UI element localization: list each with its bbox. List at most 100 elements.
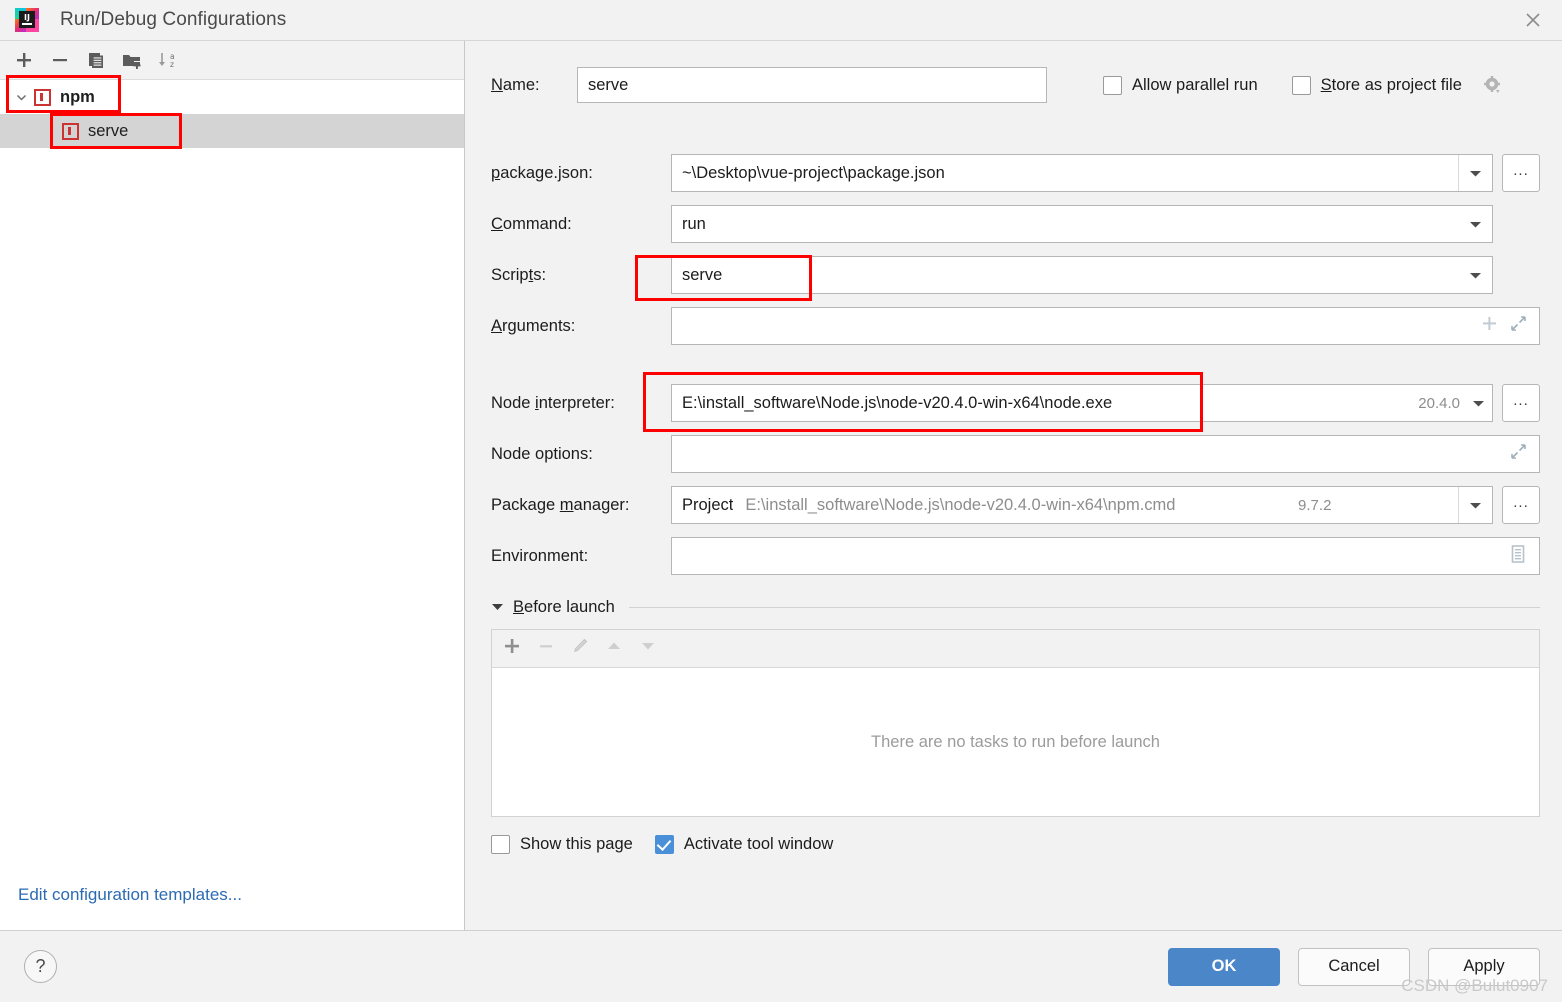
environment-editor-icon[interactable] (1509, 544, 1527, 569)
environment-input[interactable] (671, 537, 1540, 575)
svg-text:z: z (170, 60, 174, 69)
activate-tool-window-checkbox[interactable]: Activate tool window (654, 835, 834, 854)
allow-parallel-run-label: Allow parallel run (1132, 75, 1258, 94)
node-interpreter-row: Node interpreter: E:\install_software\No… (491, 383, 1540, 423)
sort-configurations-button[interactable]: a z (152, 45, 184, 75)
node-options-icons (1510, 443, 1539, 465)
before-launch-toolbar (492, 630, 1539, 668)
before-launch-title: Before launch (513, 598, 615, 616)
package-json-input[interactable]: ~\Desktop\vue-project\package.json (671, 154, 1493, 192)
move-task-down-button (638, 636, 658, 661)
gear-icon[interactable] (1482, 74, 1504, 96)
node-interpreter-combobox[interactable]: E:\install_software\Node.js\node-v20.4.0… (671, 384, 1493, 422)
package-manager-path-value: E:\install_software\Node.js\node-v20.4.0… (745, 495, 1176, 514)
expand-icon[interactable] (1510, 443, 1527, 465)
chevron-down-icon[interactable] (1458, 257, 1492, 293)
package-manager-row: Package manager: Project E:\install_soft… (491, 485, 1540, 525)
chevron-down-icon[interactable] (1458, 206, 1492, 242)
name-row: Name: serve Allow parallel run Store as … (491, 67, 1540, 103)
chevron-down-icon[interactable] (1464, 385, 1492, 421)
help-button[interactable]: ? (24, 950, 57, 983)
plus-icon[interactable] (1481, 315, 1498, 337)
before-launch-header[interactable]: Before launch (491, 598, 1540, 617)
activate-tool-window-label: Activate tool window (683, 835, 834, 853)
remove-task-button (536, 636, 556, 661)
cancel-button[interactable]: Cancel (1298, 947, 1410, 986)
before-launch-panel: There are no tasks to run before launch (491, 629, 1540, 817)
allow-parallel-run-checkbox[interactable]: Allow parallel run (1103, 75, 1258, 95)
node-options-input[interactable] (671, 435, 1540, 473)
before-launch-empty-message: There are no tasks to run before launch (492, 668, 1539, 816)
node-options-row: Node options: (491, 434, 1540, 474)
npm-icon (62, 122, 79, 140)
chevron-down-icon[interactable] (10, 91, 32, 104)
run-debug-configurations-dialog: IJ Run/Debug Configurations a z npm serv… (0, 0, 1562, 1002)
window-title: Run/Debug Configurations (60, 9, 287, 30)
chevron-down-icon[interactable] (1458, 155, 1492, 191)
name-input-value: serve (588, 75, 629, 94)
name-label: Name: (491, 75, 540, 94)
node-interpreter-browse-button[interactable]: ... (1502, 384, 1540, 422)
tree-node-npm[interactable]: npm (0, 80, 464, 114)
close-icon[interactable] (1504, 0, 1562, 40)
package-manager-version: 9.7.2 (1298, 496, 1332, 514)
name-input[interactable]: serve (577, 67, 1047, 103)
package-json-label: package.json: (491, 163, 593, 182)
arguments-input[interactable] (671, 307, 1540, 345)
add-configuration-button[interactable] (8, 45, 40, 75)
show-this-page-label: Show this page (520, 835, 633, 853)
node-interpreter-value: E:\install_software\Node.js\node-v20.4.0… (682, 393, 1113, 412)
remove-configuration-button[interactable] (44, 45, 76, 75)
tree-node-label: serve (88, 121, 129, 140)
environment-icons (1509, 544, 1539, 569)
configurations-tree[interactable]: npm serve (0, 80, 464, 930)
bottom-checkbox-group: Show this page Activate tool window (491, 835, 1540, 854)
checkbox-box[interactable] (654, 835, 674, 854)
move-task-up-button (604, 636, 624, 661)
node-interpreter-version: 20.4.0 (1418, 394, 1460, 412)
scripts-combobox[interactable]: serve (671, 256, 1493, 294)
scripts-value: serve (682, 265, 723, 284)
expand-icon[interactable] (1510, 315, 1527, 337)
store-as-project-file-checkbox[interactable]: Store as project file (1291, 74, 1504, 96)
tree-node-serve[interactable]: serve (0, 114, 464, 148)
checkbox-box[interactable] (491, 835, 510, 854)
before-launch-divider (628, 607, 1540, 608)
watermark: CSDN @Bulut0907 (1401, 976, 1548, 995)
package-manager-primary-value: Project (682, 495, 734, 514)
copy-configuration-button[interactable] (80, 45, 112, 75)
triangle-down-icon[interactable] (491, 599, 504, 617)
intellij-idea-logo-icon: IJ (14, 7, 40, 33)
command-value: run (682, 214, 706, 233)
package-manager-combobox[interactable]: Project E:\install_software\Node.js\node… (671, 486, 1493, 524)
top-checkbox-group: Allow parallel run Store as project file (1103, 74, 1504, 96)
checkbox-box[interactable] (1103, 75, 1122, 95)
environment-label: Environment: (491, 546, 589, 565)
configuration-form: Name: serve Allow parallel run Store as … (465, 41, 1562, 930)
command-row: Command: run (491, 204, 1540, 244)
edit-task-button (570, 636, 590, 661)
package-manager-browse-button[interactable]: ... (1502, 486, 1540, 524)
node-options-label: Node options: (491, 444, 593, 463)
configurations-panel: a z npm serve Edit configuration templat… (0, 41, 465, 930)
ok-button[interactable]: OK (1168, 947, 1280, 986)
scripts-row: Scripts: serve (491, 255, 1540, 295)
command-label: Command: (491, 214, 572, 233)
command-combobox[interactable]: run (671, 205, 1493, 243)
store-as-project-file-label: Store as project file (1320, 75, 1462, 94)
dialog-body: a z npm serve Edit configuration templat… (0, 40, 1562, 930)
scripts-label: Scripts: (491, 265, 547, 284)
environment-row: Environment: (491, 536, 1540, 576)
new-folder-button[interactable] (116, 45, 148, 75)
package-json-browse-button[interactable]: ... (1502, 154, 1540, 192)
arguments-icons (1481, 315, 1539, 337)
checkbox-box[interactable] (1291, 75, 1311, 95)
show-this-page-checkbox[interactable]: Show this page (491, 835, 633, 854)
package-json-row: package.json: ~\Desktop\vue-project\pack… (491, 153, 1540, 193)
chevron-down-icon[interactable] (1457, 487, 1492, 523)
svg-text:IJ: IJ (24, 13, 30, 22)
npm-icon (34, 88, 51, 106)
add-task-button[interactable] (502, 636, 522, 661)
edit-configuration-templates-link[interactable]: Edit configuration templates... (18, 860, 242, 930)
package-manager-label: Package manager: (491, 495, 630, 514)
